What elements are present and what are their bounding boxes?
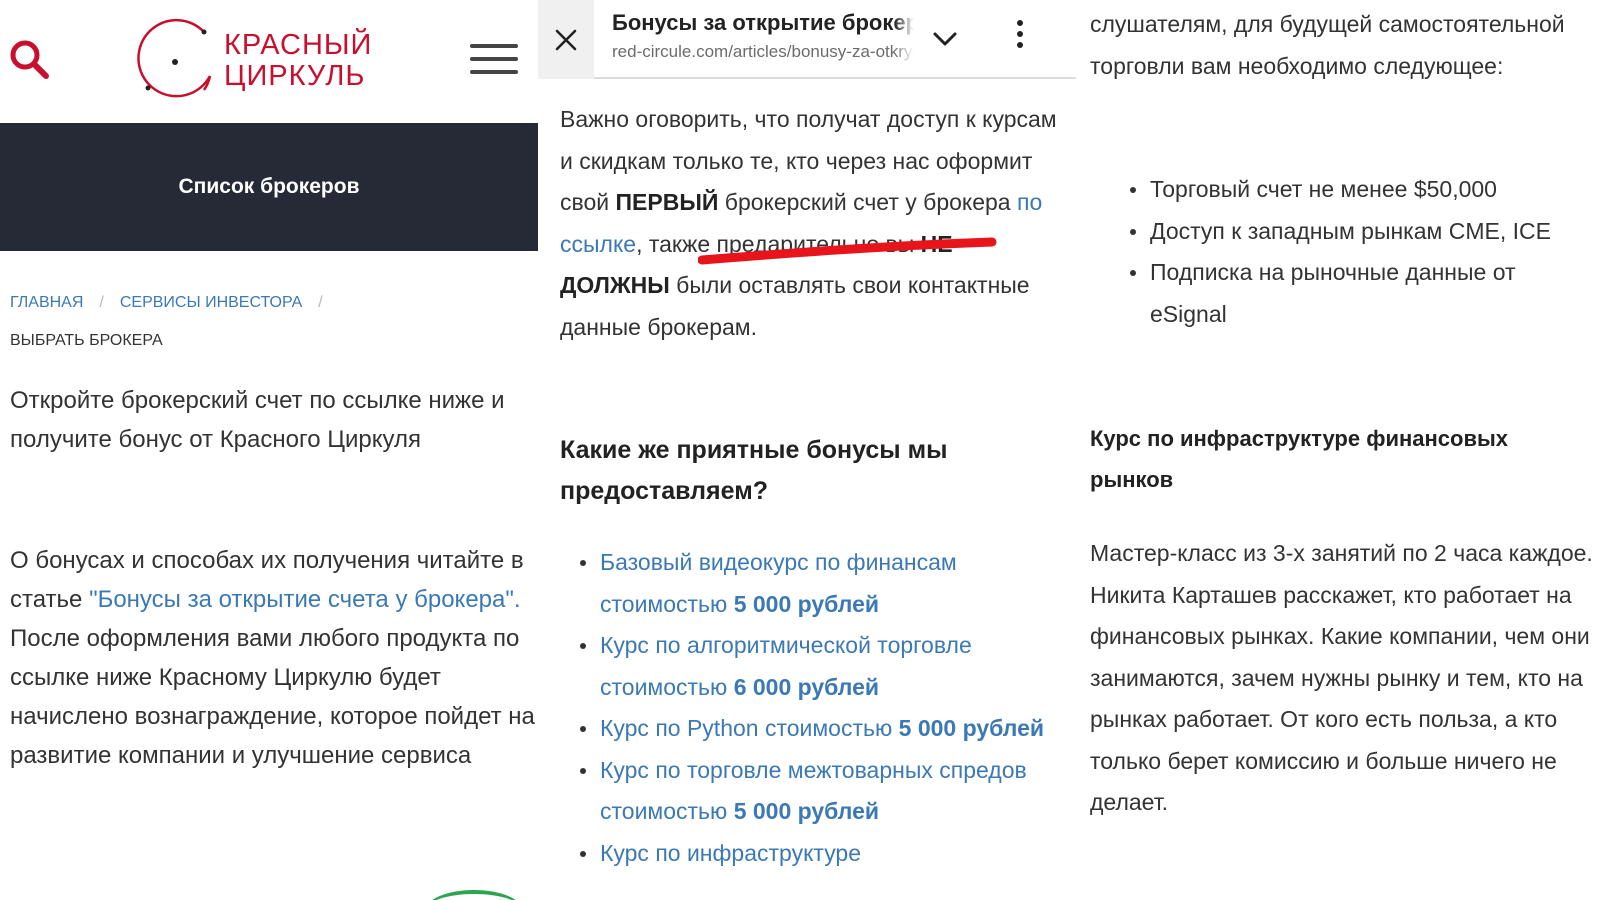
site-panel: КРАСНЫЙ ЦИРКУЛЬ Список брокеров ГЛАВНАЯ /…: [0, 0, 538, 900]
article-paragraph: Важно оговорить, что получат доступ к ку…: [560, 99, 1060, 348]
list-item: Доступ к западным рынкам CME, ICE: [1130, 211, 1590, 253]
floating-action-button[interactable]: [426, 890, 522, 900]
breadcrumb-separator: /: [318, 294, 323, 311]
red-underline-annotation: [698, 237, 997, 265]
list-item[interactable]: Курс по алгоритмической торговле стоимос…: [580, 625, 1070, 708]
band-title: Список брокеров: [178, 175, 360, 198]
list-item[interactable]: Курс по Python стоимостью 5 000 рублей: [580, 708, 1070, 750]
custom-tab-toolbar: Бонусы за открытие брокерского счета red…: [538, 0, 1076, 79]
requirements-intro: слушателям, для будущей самостоятельной …: [1090, 11, 1565, 79]
hamburger-menu-icon[interactable]: [470, 44, 518, 78]
site-header: КРАСНЫЙ ЦИРКУЛЬ: [0, 0, 538, 123]
bonus-price: 5 000 рублей: [733, 590, 880, 617]
article-panel: Бонусы за открытие брокерского счета red…: [538, 0, 1076, 900]
requirements-panel: слушателям, для будущей самостоятельной …: [1076, 0, 1600, 900]
close-icon[interactable]: [538, 0, 594, 79]
bonuses-heading: Какие же приятные бонусы мы предоставляе…: [560, 436, 948, 505]
list-item[interactable]: Курс по инфраструктуре: [580, 833, 1070, 875]
tab-url-text: red-circule.com/articles/bonusy-za-otkry…: [612, 42, 914, 61]
logo-line-1: КРАСНЫЙ: [224, 29, 373, 61]
breadcrumb-separator: /: [99, 294, 104, 311]
lead-text: Откройте брокерский счет по ссылке ниже …: [10, 387, 505, 453]
breadcrumb-home[interactable]: ГЛАВНАЯ: [10, 294, 83, 311]
bonus-text: Курс по Python стоимостью: [600, 715, 899, 741]
list-item[interactable]: Курс по торговле межтоварных спредов сто…: [580, 750, 1070, 833]
bonus-price: 5 000 рублей: [733, 798, 880, 824]
breadcrumb: ГЛАВНАЯ / СЕРВИСЫ ИНВЕСТОРА / ВЫБРАТЬ БРОКЕ…: [10, 284, 530, 360]
list-item[interactable]: Базовый видеокурс по финансам стоимостью…: [580, 542, 1070, 625]
bonus-text: Курс по инфраструктуре: [600, 839, 862, 866]
brokers-band: Список брокеров: [0, 123, 538, 251]
bonus-price: 6 000 рублей: [733, 673, 880, 700]
list-item: Торговый счет не менее $50,000: [1130, 169, 1590, 211]
tab-title-text: Бонусы за открытие брокерского счета: [612, 10, 914, 35]
bonus-price: 5 000 рублей: [898, 715, 1044, 741]
para-bold-first: ПЕРВЫЙ: [615, 189, 719, 215]
bonus-info-after: После оформления вами любого продукта по…: [10, 625, 535, 769]
breadcrumb-current: ВЫБРАТЬ БРОКЕРА: [10, 332, 163, 349]
bonus-list: Базовый видеокурс по финансам стоимостью…: [580, 542, 1070, 875]
search-icon[interactable]: [8, 38, 52, 82]
tab-url[interactable]: red-circule.com/articles/bonusy-za-otkry…: [612, 42, 914, 62]
logo-line-2: ЦИРКУЛЬ: [224, 60, 366, 92]
bonus-article-link[interactable]: "Бонусы за открытие счета у брокера".: [89, 586, 521, 613]
bonus-info-text: О бонусах и способах их получения читайт…: [10, 541, 535, 775]
logo-circle-icon: [137, 18, 212, 98]
para-text-2: брокерский счет у брокера: [718, 189, 1017, 215]
requirements-list: Торговый счет не менее $50,000 Доступ к …: [1130, 169, 1590, 335]
more-vertical-icon[interactable]: [1014, 20, 1026, 56]
chevron-down-icon[interactable]: [930, 24, 960, 54]
course-description: Мастер-класс из 3-х занятий по 2 часа ка…: [1090, 540, 1593, 815]
site-logo[interactable]: КРАСНЫЙ ЦИРКУЛЬ: [134, 18, 384, 104]
breadcrumb-services[interactable]: СЕРВИСЫ ИНВЕСТОРА: [120, 294, 302, 311]
logo-text: КРАСНЫЙ ЦИРКУЛЬ: [224, 30, 372, 92]
tab-title: Бонусы за открытие брокерского счета: [612, 10, 914, 36]
list-item: Подписка на рыночные данные от eSignal: [1130, 252, 1590, 335]
course-heading: Курс по инфраструктуре финансовых рынков: [1090, 426, 1508, 492]
